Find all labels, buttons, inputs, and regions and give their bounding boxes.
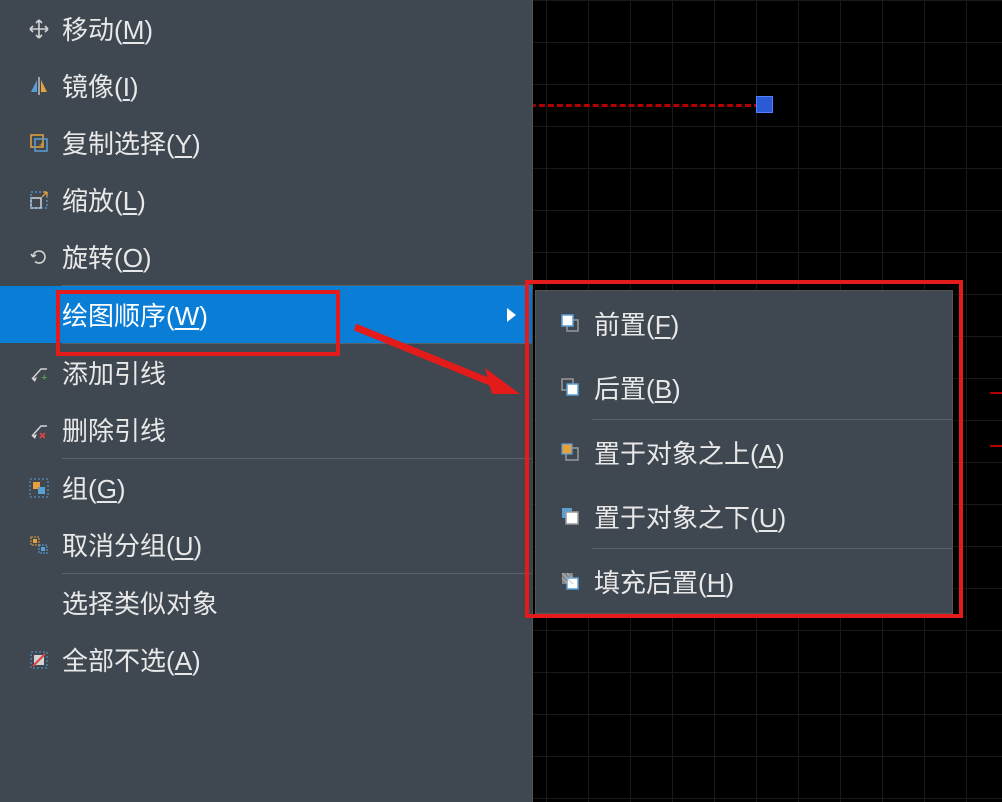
canvas-outline-fragment bbox=[990, 392, 1002, 447]
menu-item-label: 后置(B) bbox=[594, 369, 952, 406]
send-back-icon bbox=[546, 376, 594, 398]
deselect-all-icon bbox=[16, 649, 62, 671]
submenu-item-bring-front[interactable]: 前置(F) bbox=[536, 291, 952, 355]
menu-item-group[interactable]: 组(G) bbox=[0, 459, 532, 516]
submenu-item-fill-back[interactable]: 填充后置(H) bbox=[536, 549, 952, 613]
move-icon bbox=[16, 18, 62, 40]
svg-text:+: + bbox=[39, 140, 44, 150]
submenu-item-above-object[interactable]: 置于对象之上(A) bbox=[536, 420, 952, 484]
menu-item-label: 添加引线 bbox=[62, 354, 532, 391]
menu-item-label: 置于对象之下(U) bbox=[594, 498, 952, 535]
draw-order-submenu: 前置(F) 后置(B) 置于对象之上(A) 置于对象之下(U) 填充后置(H) bbox=[535, 290, 953, 614]
menu-item-label: 删除引线 bbox=[62, 411, 532, 448]
menu-item-label: 组(G) bbox=[62, 469, 532, 506]
copy-select-icon: + bbox=[16, 132, 62, 154]
menu-item-label: 前置(F) bbox=[594, 305, 952, 342]
menu-item-label: 移动(M) bbox=[62, 10, 532, 47]
rotate-icon bbox=[16, 246, 62, 268]
menu-item-scale[interactable]: 缩放(L) bbox=[0, 171, 532, 228]
above-object-icon bbox=[546, 441, 594, 463]
menu-item-select-similar[interactable]: 选择类似对象 bbox=[0, 574, 532, 631]
menu-item-label: 置于对象之上(A) bbox=[594, 434, 952, 471]
menu-item-label: 填充后置(H) bbox=[594, 563, 952, 600]
menu-item-label: 缩放(L) bbox=[62, 181, 532, 218]
menu-item-label: 取消分组(U) bbox=[62, 526, 532, 563]
remove-leader-icon bbox=[16, 419, 62, 441]
add-leader-icon: + bbox=[16, 362, 62, 384]
menu-item-label: 镜像(I) bbox=[62, 67, 532, 104]
menu-item-move[interactable]: 移动(M) bbox=[0, 0, 532, 57]
svg-text:+: + bbox=[41, 372, 47, 384]
menu-item-label: 旋转(O) bbox=[62, 238, 532, 275]
submenu-item-below-object[interactable]: 置于对象之下(U) bbox=[536, 484, 952, 548]
menu-item-copy-select[interactable]: + 复制选择(Y) bbox=[0, 114, 532, 171]
ungroup-icon bbox=[16, 534, 62, 556]
below-object-icon bbox=[546, 505, 594, 527]
canvas-dashed-line bbox=[530, 104, 760, 107]
menu-item-add-leader[interactable]: + 添加引线 bbox=[0, 344, 532, 401]
mirror-icon bbox=[16, 75, 62, 97]
menu-item-label: 绘图顺序(W) bbox=[62, 296, 532, 333]
menu-item-deselect-all[interactable]: 全部不选(A) bbox=[0, 631, 532, 688]
menu-item-label: 复制选择(Y) bbox=[62, 124, 532, 161]
menu-item-label: 选择类似对象 bbox=[62, 584, 532, 621]
submenu-item-send-back[interactable]: 后置(B) bbox=[536, 355, 952, 419]
scale-icon bbox=[16, 189, 62, 211]
canvas-grip-handle[interactable] bbox=[756, 96, 773, 113]
menu-item-rotate[interactable]: 旋转(O) bbox=[0, 228, 532, 285]
menu-item-draw-order[interactable]: 绘图顺序(W) bbox=[0, 286, 532, 343]
group-icon bbox=[16, 477, 62, 499]
menu-item-ungroup[interactable]: 取消分组(U) bbox=[0, 516, 532, 573]
context-menu: 移动(M) 镜像(I) + 复制选择(Y) 缩放(L) 旋转(O) 绘图顺序(W… bbox=[0, 0, 533, 802]
menu-item-mirror[interactable]: 镜像(I) bbox=[0, 57, 532, 114]
menu-item-remove-leader[interactable]: 删除引线 bbox=[0, 401, 532, 458]
bring-front-icon bbox=[546, 312, 594, 334]
fill-back-icon bbox=[546, 570, 594, 592]
menu-item-label: 全部不选(A) bbox=[62, 641, 532, 678]
chevron-right-icon bbox=[507, 308, 516, 322]
